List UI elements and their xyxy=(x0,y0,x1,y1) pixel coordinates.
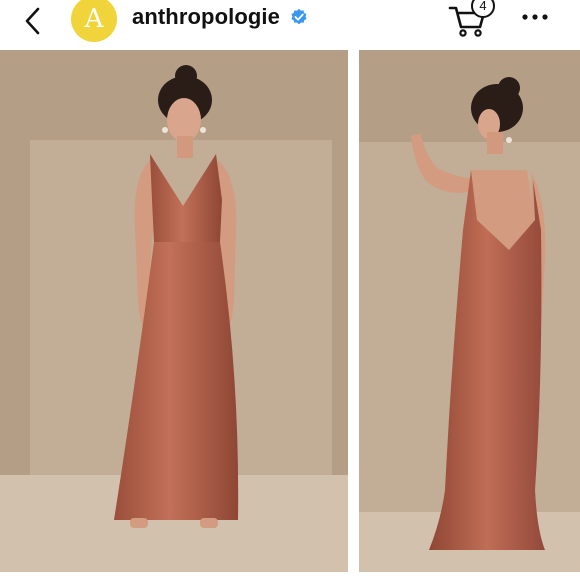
chevron-left-icon[interactable] xyxy=(18,6,48,36)
avatar-letter: A xyxy=(84,4,104,34)
verified-badge-icon xyxy=(291,8,307,25)
dress-front-photo[interactable] xyxy=(0,50,348,572)
username[interactable]: anthropologie xyxy=(132,4,280,30)
profile-header: A anthropologie 4 xyxy=(0,0,580,48)
dress-front-image xyxy=(0,50,348,572)
more-horizontal-icon[interactable] xyxy=(521,10,551,24)
dress-back-image xyxy=(359,50,580,572)
product-photo-carousel[interactable] xyxy=(0,50,580,580)
dress-back-photo[interactable] xyxy=(359,50,580,572)
avatar[interactable]: A xyxy=(71,0,117,42)
